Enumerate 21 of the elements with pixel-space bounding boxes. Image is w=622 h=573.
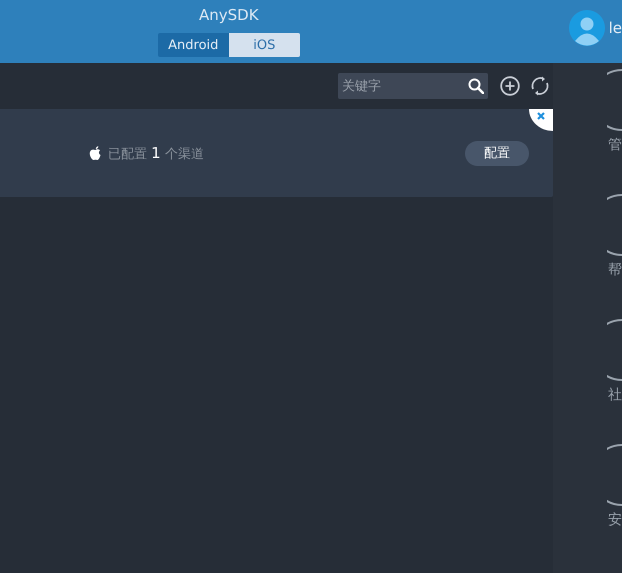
app-title: AnySDK [199,5,259,26]
avatar-icon[interactable] [568,10,605,46]
circle-button[interactable] [607,444,622,506]
sidebar-label[interactable]: 安 [608,512,622,528]
channel-count-text: 已配置 1 个渠道 [108,144,204,162]
sidebar-label[interactable]: 帮 [608,262,622,278]
refresh-icon[interactable] [530,76,550,96]
apple-icon [89,146,102,160]
platform-tab[interactable]: Android [158,33,229,57]
add-icon[interactable] [500,76,520,96]
circle-button[interactable] [607,194,622,256]
configure-button[interactable]: 配置 [465,140,529,166]
search-icon[interactable] [468,78,484,94]
close-icon[interactable] [529,109,553,131]
platform-tab[interactable]: iOS [228,33,300,57]
sidebar-label[interactable]: 管 [608,137,622,153]
circle-button[interactable] [607,69,622,131]
user-name[interactable]: le [608,19,622,37]
search-field[interactable]: 关键字 [338,73,488,99]
circle-button[interactable] [607,319,622,381]
sidebar-label[interactable]: 社 [608,387,622,403]
